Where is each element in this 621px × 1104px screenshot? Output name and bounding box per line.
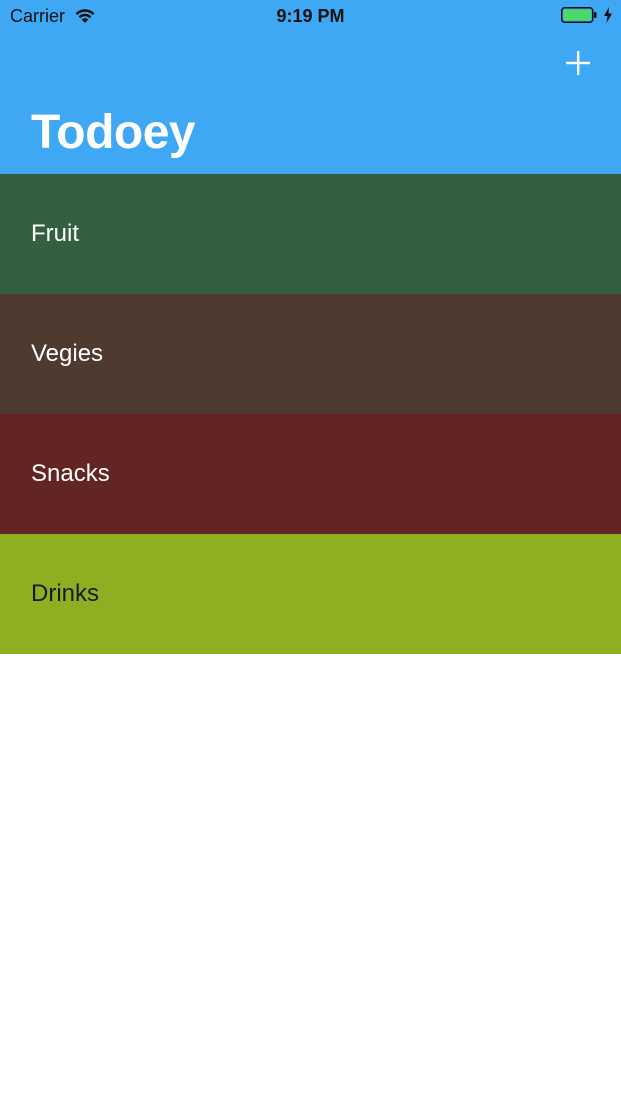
category-row-vegies[interactable]: Vegies: [0, 294, 621, 414]
category-row-fruit[interactable]: Fruit: [0, 174, 621, 294]
navigation-bar: Carrier 9:19 PM Todoey: [0, 0, 621, 174]
charging-bolt-icon: [604, 7, 612, 23]
category-label: Fruit: [31, 220, 79, 247]
category-row-snacks[interactable]: Snacks: [0, 414, 621, 534]
category-label: Drinks: [31, 580, 100, 607]
category-label: Snacks: [31, 460, 110, 487]
category-row-drinks[interactable]: Drinks: [0, 534, 621, 654]
add-button[interactable]: [560, 45, 596, 81]
status-bar: Carrier 9:19 PM: [0, 0, 621, 32]
plus-icon: [566, 51, 590, 75]
category-label: Vegies: [31, 340, 104, 367]
battery-icon: [561, 7, 597, 23]
category-list: Fruit Vegies Snacks Drinks: [0, 174, 621, 654]
page-title: Todoey: [31, 106, 196, 159]
clock: 9:19 PM: [276, 6, 345, 26]
